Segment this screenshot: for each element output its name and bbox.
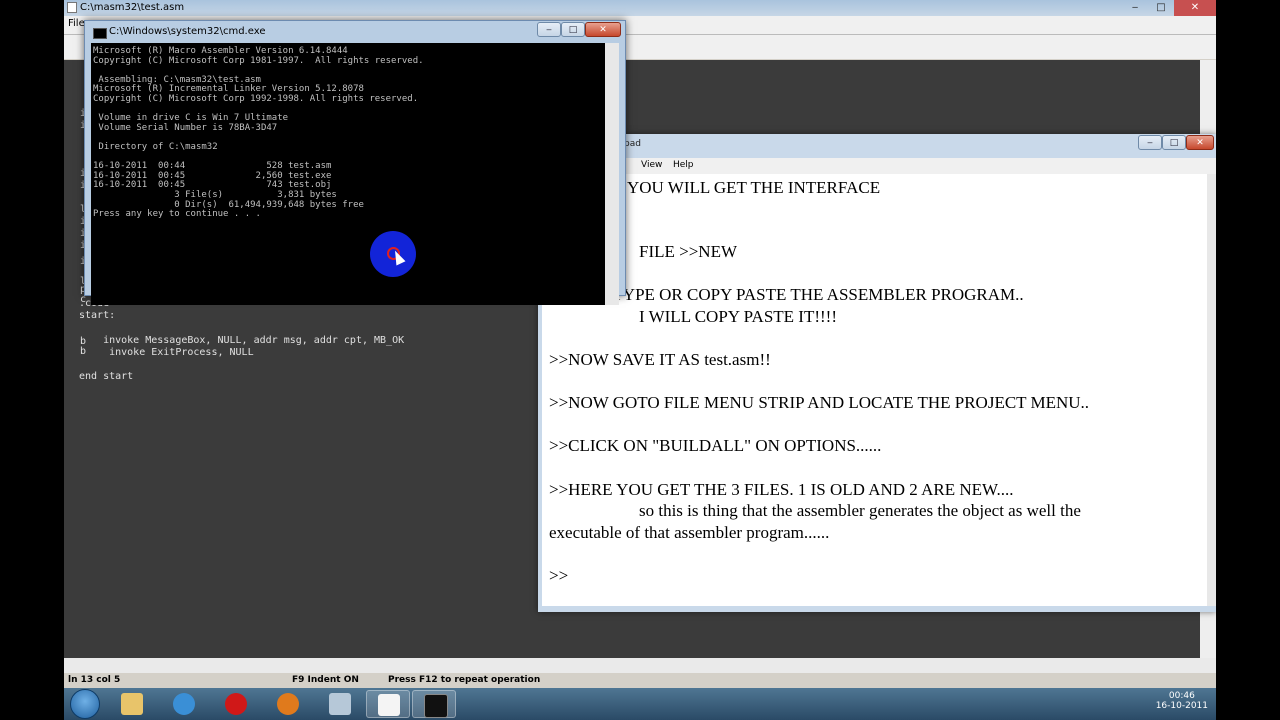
console-line: 16-10-2011 00:45 743 test.obj (93, 180, 332, 191)
notepad-line: I WILL COPY PASTE IT!!!! (639, 307, 837, 326)
notepad-titlebar[interactable]: pad ‒ □ ✕ (538, 134, 1216, 156)
status-bar: ln 13 col 5 F9 Indent ON Press F12 to re… (64, 673, 1216, 688)
notepad-line: >> (549, 566, 569, 585)
notepad-menubar: t View Help (542, 158, 1216, 174)
notepad-minimize-button[interactable]: ‒ (1138, 135, 1162, 150)
qeditor-icon (378, 694, 400, 716)
status-position: ln 13 col 5 (68, 675, 121, 685)
cmd-icon (424, 694, 448, 718)
minimize-button[interactable]: ‒ (1122, 0, 1148, 16)
status-hint: Press F12 to repeat operation (388, 675, 541, 685)
taskbar: 00:46 16-10-2011 (64, 688, 1216, 720)
taskbar-opera[interactable] (214, 690, 258, 718)
menu-view[interactable]: View (641, 160, 662, 170)
qeditor-titlebar[interactable]: C:\masm32\test.asm ‒ □ ✕ (64, 0, 1216, 16)
cmd-close-button[interactable]: ✕ (585, 22, 621, 37)
editor-horizontal-scrollbar[interactable] (64, 658, 1216, 673)
cmd-title: C:\Windows\system32\cmd.exe (109, 26, 266, 37)
console-line: Assembling: C:\masm32\test.asm (93, 74, 261, 85)
clock-time: 00:46 (1168, 691, 1195, 701)
menu-file[interactable]: File (68, 18, 85, 29)
console-icon (93, 28, 107, 39)
internet-explorer-icon (173, 693, 195, 715)
console-line: 3 File(s) 3,831 bytes (93, 190, 337, 200)
taskbar-explorer[interactable] (110, 690, 154, 718)
console-line: Copyright (C) Microsoft Corp 1992-1998. … (93, 94, 419, 104)
letterbox-left (0, 0, 64, 720)
cmd-window: C:\Windows\system32\cmd.exe ‒ □ ✕ Micros… (84, 20, 626, 305)
code-line: invoke ExitProcess, NULL (79, 347, 254, 358)
cmd-maximize-button[interactable]: □ (561, 22, 585, 37)
console-line: Volume Serial Number is 78BA-3D47 (93, 122, 278, 133)
taskbar-cmd[interactable] (412, 690, 456, 718)
code-line: invoke MessageBox, NULL, addr msg, addr … (79, 335, 405, 346)
status-indent: F9 Indent ON (292, 675, 359, 685)
notepad-line: >>HERE YOU GET THE 3 FILES. 1 IS OLD AND… (549, 480, 1014, 499)
notepad-close-button[interactable]: ✕ (1186, 135, 1214, 150)
code-line: start: (79, 310, 116, 321)
console-line: Microsoft (R) Macro Assembler Version 6.… (93, 46, 348, 56)
notepad-line: >>CLICK ON "BUILDALL" ON OPTIONS...... (549, 436, 882, 455)
console-line: Volume in drive C is Win 7 Ultimate (93, 113, 289, 124)
clock-date: 16-10-2011 (1155, 701, 1208, 711)
close-button[interactable]: ✕ (1174, 0, 1216, 16)
notepad-vertical-scrollbar[interactable] (1207, 174, 1216, 606)
notepad-line: >>NOW GOTO FILE MENU STRIP AND LOCATE TH… (549, 393, 1090, 412)
cmd-minimize-button[interactable]: ‒ (537, 22, 561, 37)
notepad-window: pad ‒ □ ✕ t View Help YOU WILL GET THE I… (538, 134, 1216, 612)
console-line: 16-10-2011 00:44 528 test.asm (93, 161, 332, 172)
opera-icon (225, 693, 247, 715)
notepad-text-area[interactable]: YOU WILL GET THE INTERFACE ) FILE >>NEW … (542, 174, 1207, 606)
letterbox-right (1216, 0, 1280, 720)
console-line: Press any key to continue . . . (93, 209, 261, 220)
document-icon (67, 2, 77, 13)
notepad-line: executable of that assembler program....… (549, 523, 830, 542)
console-line: Microsoft (R) Incremental Linker Version… (93, 84, 364, 95)
notepad-maximize-button[interactable]: □ (1162, 135, 1186, 150)
taskbar-qeditor[interactable] (366, 690, 410, 718)
console-line: 16-10-2011 00:45 2,560 test.exe (93, 170, 332, 181)
media-player-icon (277, 693, 299, 715)
taskbar-app[interactable] (318, 690, 362, 718)
notepad-line: FILE >>NEW (639, 242, 738, 261)
start-orb-icon[interactable] (70, 689, 100, 719)
code-line: end start (79, 371, 134, 382)
notepad-line: YOU WILL GET THE INTERFACE (627, 178, 881, 197)
notepad-title: pad (624, 139, 641, 149)
console-line: Directory of C:\masm32 (93, 142, 218, 152)
cmd-titlebar[interactable]: C:\Windows\system32\cmd.exe ‒ □ ✕ (85, 21, 625, 43)
notepad-line: so this is thing that the assembler gene… (639, 501, 1081, 520)
system-clock[interactable]: 00:46 16-10-2011 (1156, 691, 1208, 711)
console-output[interactable]: Microsoft (R) Macro Assembler Version 6.… (91, 43, 605, 305)
notepad-line: >>NOW SAVE IT AS test.asm!! (549, 350, 771, 369)
console-line: Copyright (C) Microsoft Corp 1981-1997. … (93, 55, 424, 66)
cmd-vertical-scrollbar[interactable] (605, 43, 619, 305)
console-line: 0 Dir(s) 61,494,939,648 bytes free (93, 199, 364, 210)
qeditor-title: C:\masm32\test.asm (80, 2, 185, 13)
folder-icon (121, 693, 143, 715)
maximize-button[interactable]: □ (1148, 0, 1174, 16)
menu-help[interactable]: Help (673, 160, 694, 170)
taskbar-media-player[interactable] (266, 690, 310, 718)
app-icon (329, 693, 351, 715)
taskbar-ie[interactable] (162, 690, 206, 718)
